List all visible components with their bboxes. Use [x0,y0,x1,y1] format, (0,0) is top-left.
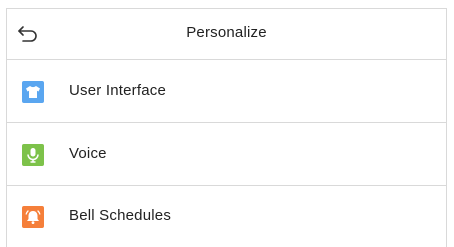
user-interface-icon-tile [22,81,44,103]
menu-item-user-interface[interactable]: User Interface [7,60,446,123]
voice-icon-tile [22,144,44,166]
personalize-screen: Personalize User Interface Voice Bell Sc… [0,0,454,247]
microphone-icon [27,148,39,163]
header-bar: Personalize [7,9,446,60]
frame-right-border [446,8,447,247]
menu-item-voice[interactable]: Voice [7,123,446,186]
menu-item-label: Bell Schedules [69,207,172,224]
page-title: Personalize [186,24,267,41]
bell-icon [25,210,41,224]
menu-item-bell-schedules[interactable]: Bell Schedules [7,186,446,247]
tshirt-icon [26,86,40,98]
menu-item-label: Voice [69,145,107,162]
menu-item-label: User Interface [69,82,167,99]
bell-schedules-icon-tile [22,206,44,228]
